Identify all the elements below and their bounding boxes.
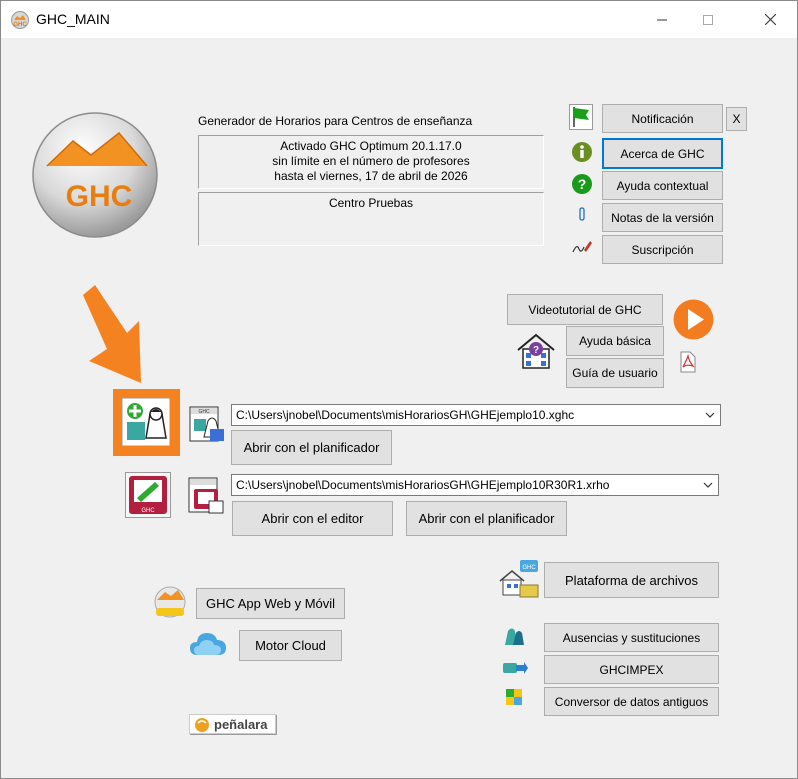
flag-icon [569,104,593,130]
app-web-icon [154,586,186,618]
svg-text:GHC: GHC [198,409,210,415]
close-icon [764,14,776,25]
notificacion-close-button[interactable]: X [726,107,747,131]
xrho-path-combo[interactable]: C:\Users\jnobel\Documents\misHorariosGH\… [231,474,719,496]
plataforma-archivos-button[interactable]: Plataforma de archivos [544,562,719,598]
motor-cloud-button[interactable]: Motor Cloud [239,630,342,661]
svg-text:GHC: GHC [13,22,27,28]
chevron-down-icon [705,412,715,418]
close-button[interactable] [747,1,793,38]
xghc-path-value: C:\Users\jnobel\Documents\misHorariosGH\… [236,408,575,422]
title-bar: GHC GHC_MAIN [1,1,797,38]
signature-pen-icon [572,241,592,253]
center-box: Centro Pruebas [198,192,544,246]
play-icon[interactable] [672,298,715,341]
platform-files-icon: GHC [499,560,539,598]
guia-usuario-button[interactable]: Guía de usuario [566,358,664,388]
minimize-button[interactable] [639,1,685,38]
notificacion-button[interactable]: Notificación [602,104,723,133]
app-subtitle: Generador de Horarios para Centros de en… [198,114,473,128]
svg-text:?: ? [533,345,539,356]
abrir-planificador-button-2[interactable]: Abrir con el planificador [406,501,567,536]
abrir-planificador-button-1[interactable]: Abrir con el planificador [231,430,392,465]
license-line-1: Activado GHC Optimum 20.1.17.0 [280,139,462,153]
license-line-3: hasta el viernes, 17 de abril de 2026 [274,169,468,183]
cloud-icon [190,633,226,655]
acerca-button[interactable]: Acerca de GHC [602,138,723,169]
license-box: Activado GHC Optimum 20.1.17.0 sin límit… [198,135,544,189]
ghcimpex-button[interactable]: GHCIMPEX [544,655,719,684]
ayuda-basica-button[interactable]: Ayuda básica [566,326,664,356]
house-help-icon: ? [517,333,555,369]
ghc-logo: GHC [32,112,158,238]
app-web-movil-button[interactable]: GHC App Web y Móvil [196,588,345,619]
paperclip-icon [579,207,585,221]
videotutorial-button[interactable]: Videotutorial de GHC [507,294,663,325]
minimize-icon [657,19,667,20]
notas-version-button[interactable]: Notas de la versión [602,203,723,232]
xrho-path-value: C:\Users\jnobel\Documents\misHorariosGH\… [236,478,610,492]
help-question-icon: ? [572,174,592,194]
planner-new-icon[interactable] [122,398,170,446]
conversor-datos-button[interactable]: Conversor de datos antiguos [544,687,719,716]
ayuda-contextual-button[interactable]: Ayuda contextual [602,171,723,200]
suscripcion-button[interactable]: Suscripción [602,235,723,264]
penalara-icon [195,718,209,732]
ghcimpex-icon [503,662,528,674]
logo-text: GHC [66,180,133,213]
maximize-icon [703,14,713,25]
penalara-logo[interactable]: peñalara [189,714,276,734]
info-icon [572,142,592,162]
svg-text:GHC: GHC [141,508,155,514]
svg-text:GHC: GHC [522,565,536,571]
absence-icon [505,628,524,645]
editor-icon[interactable]: GHC [125,472,171,518]
maximize-button[interactable] [685,1,731,38]
ghc-app-icon: GHC [11,11,29,29]
penalara-text: peñalara [214,717,268,732]
center-name: Centro Pruebas [328,196,414,210]
xrho-file-icon[interactable] [187,476,227,516]
chevron-down-icon [703,482,713,488]
ausencias-sustituciones-button[interactable]: Ausencias y sustituciones [544,623,719,652]
license-line-2: sin límite en el número de profesores [272,154,470,168]
arrow-pointer-icon [83,285,141,383]
main-window: GHC GHC_MAIN GHC Generador de Horarios p… [0,0,798,779]
xghc-file-icon[interactable]: GHC [188,405,228,445]
abrir-editor-button[interactable]: Abrir con el editor [232,501,393,536]
xghc-path-combo[interactable]: C:\Users\jnobel\Documents\misHorariosGH\… [231,404,721,426]
svg-text:?: ? [578,176,587,192]
converter-icon [506,689,522,705]
window-title: GHC_MAIN [36,11,110,27]
pdf-icon[interactable] [677,351,697,373]
